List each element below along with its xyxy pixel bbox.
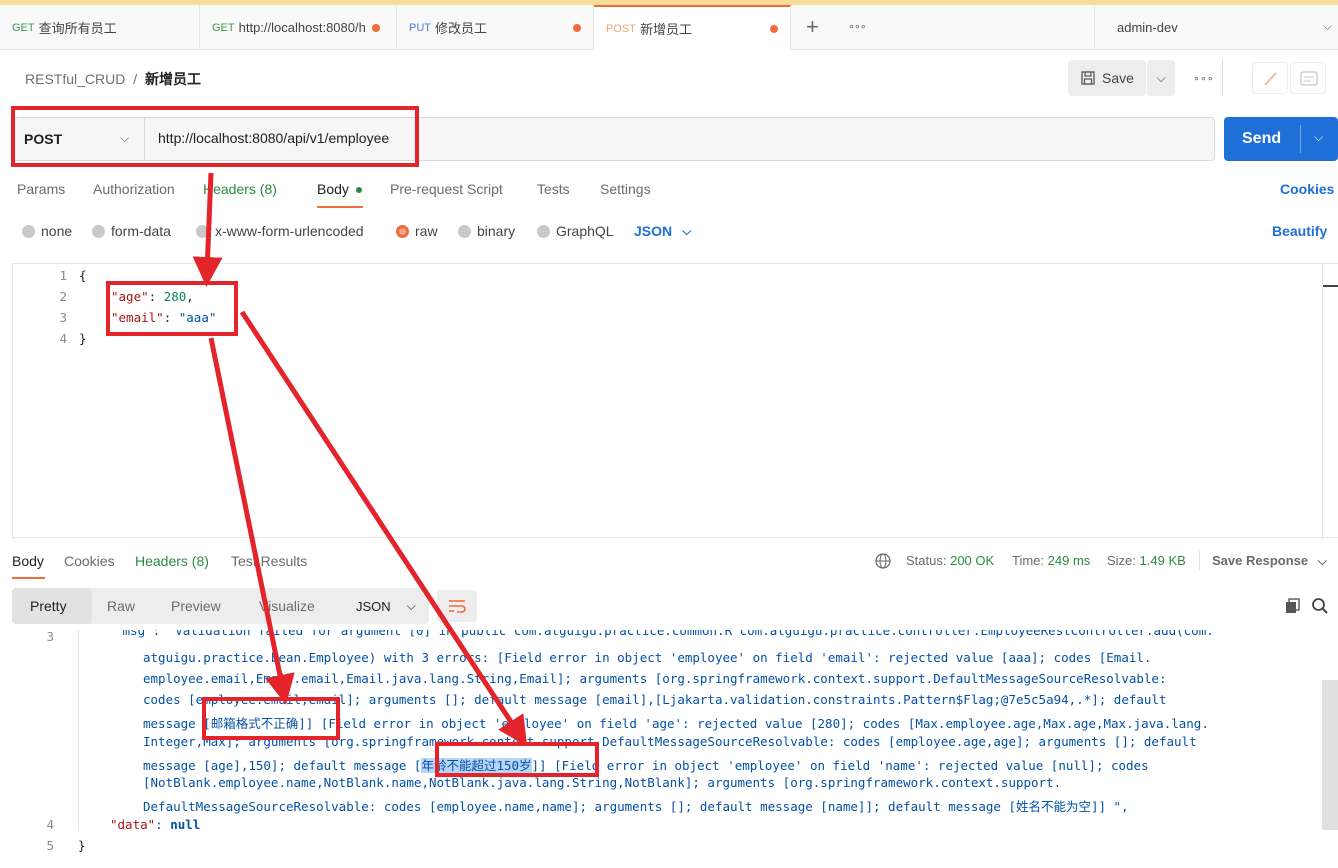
annotation-arrow	[208, 337, 295, 705]
annotation-arrow	[192, 172, 223, 287]
annotation-arrow	[239, 310, 528, 747]
annotation-arrows	[192, 172, 528, 747]
